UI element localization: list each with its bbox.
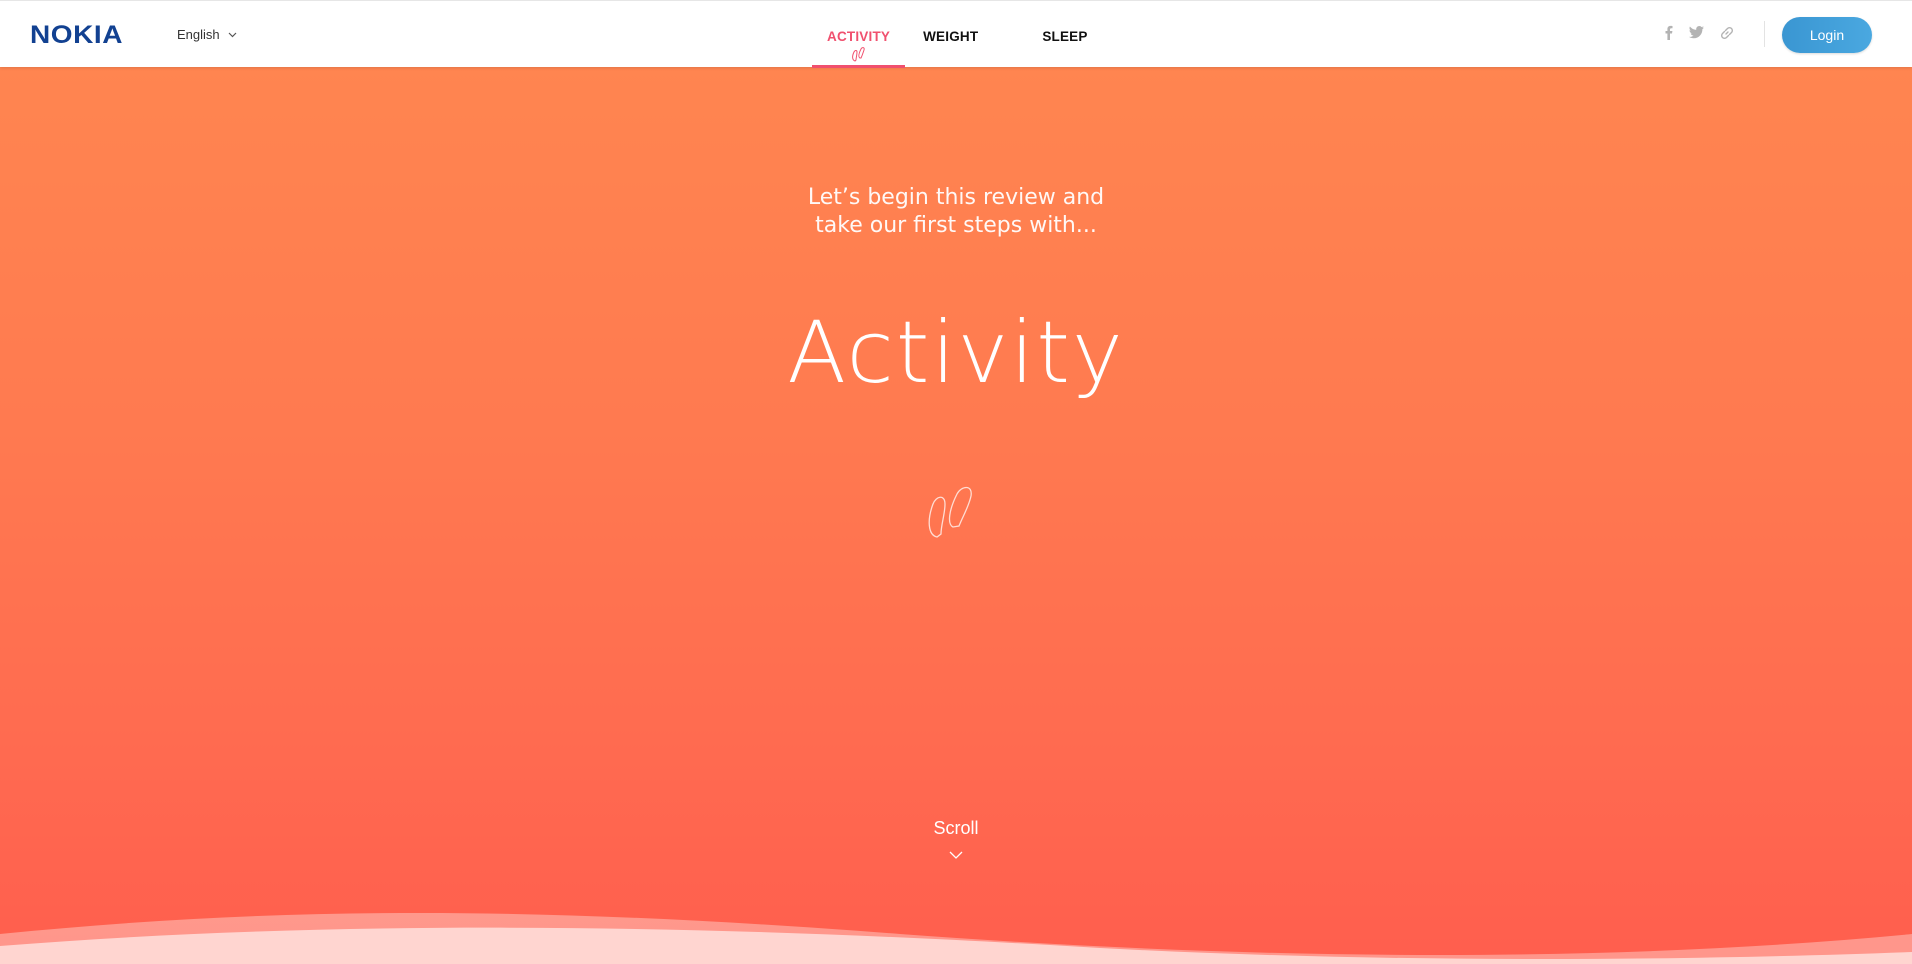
intro-text: Let’s begin this review and take our fir…	[0, 184, 1912, 240]
tab-activity-label: ACTIVITY	[827, 29, 891, 44]
facebook-icon[interactable]	[1664, 25, 1673, 45]
chevron-down-icon	[228, 32, 237, 38]
tab-weight-label: WEIGHT	[923, 29, 979, 44]
activity-hero: Let’s begin this review and take our fir…	[0, 67, 1912, 964]
top-navigation-bar: NOKIA English ACTIVITY WEIGHT SLEEP Logi…	[0, 0, 1912, 68]
intro-line-2: take our first steps with...	[815, 213, 1097, 238]
header-divider	[1764, 21, 1765, 47]
main-nav: ACTIVITY WEIGHT SLEEP	[812, 1, 1103, 68]
decorative-waves	[0, 912, 1912, 964]
tab-activity[interactable]: ACTIVITY	[812, 1, 906, 68]
login-button[interactable]: Login	[1782, 17, 1872, 53]
chevron-down-icon[interactable]	[949, 847, 963, 865]
link-icon[interactable]	[1720, 26, 1734, 45]
section-title: Activity	[787, 303, 1125, 403]
intro-line-1: Let’s begin this review and	[807, 185, 1105, 210]
tab-weight[interactable]: WEIGHT	[908, 1, 993, 68]
language-selector[interactable]: English	[177, 27, 237, 42]
social-links	[1664, 25, 1734, 45]
twitter-icon[interactable]	[1689, 26, 1704, 44]
footprints-icon	[923, 480, 989, 545]
language-label: English	[177, 27, 220, 42]
tab-sleep-label: SLEEP	[1042, 29, 1088, 44]
nokia-logo[interactable]: NOKIA	[30, 23, 123, 48]
tab-sleep[interactable]: SLEEP	[1027, 1, 1102, 68]
scroll-label[interactable]: Scroll	[0, 818, 1912, 839]
footprints-icon	[850, 46, 868, 67]
